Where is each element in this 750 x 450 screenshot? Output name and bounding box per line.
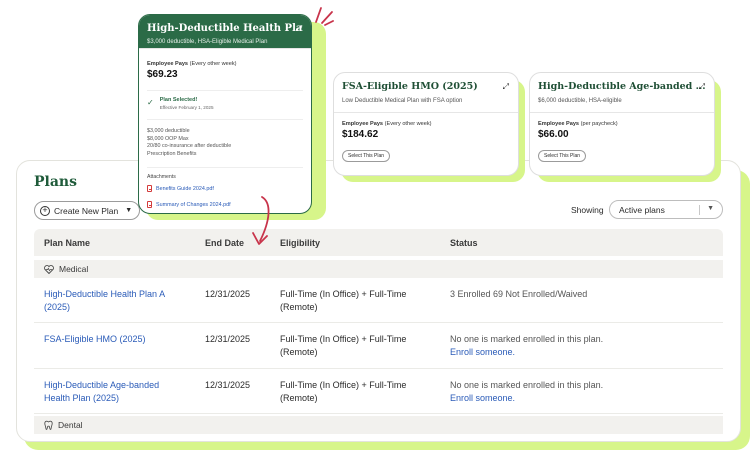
card-subtitle: $6,000 deductible, HSA-eligible [538,98,622,104]
plan-card-fsa-hmo[interactable]: FSA-Eligible HMO (2025) Low Deductible M… [333,72,519,176]
end-date-cell: 12/31/2025 [205,380,251,390]
table-row: High-Deductible Age-banded Health Plan (… [34,369,723,414]
group-row-dental: Dental [34,416,723,434]
status-cell: No one is marked enrolled in this plan. … [450,333,603,359]
plan-details: $3,000 deductible $8,000 OOP Max 20/80 c… [147,119,303,158]
create-plan-button[interactable]: + Create New Plan ▼ [34,201,141,220]
plan-name-line: FSA-Eligible HMO (2025) [44,334,146,344]
status-text: 3 Enrolled 69 Not Enrolled/Waived [450,289,588,299]
status-cell: No one is marked enrolled in this plan. … [450,379,603,405]
card-subtitle: $3,000 deductible, HSA-Eligible Medical … [147,39,268,45]
column-header-eligibility[interactable]: Eligibility [280,238,320,248]
eligibility-cell: Full-Time (In Office) + Full-Time (Remot… [280,333,406,359]
column-header-plan-name[interactable]: Plan Name [44,238,90,248]
page-title: Plans [34,174,77,190]
expand-icon[interactable]: ⤢ [296,24,302,34]
plan-name-line: (2025) [44,302,71,312]
curved-arrow-icon [252,196,270,245]
plus-circle-icon: + [40,205,50,216]
eligibility-line: (Remote) [280,393,318,403]
attachment-name: Summary of Changes 2024.pdf [156,201,231,208]
employee-pays-label: Employee Pays (Every other week) [342,121,510,127]
pdf-file-icon [147,185,152,193]
showing-label: Showing [571,205,604,215]
create-plan-label: Create New Plan [54,205,119,216]
eligibility-line: Full-Time (In Office) + Full-Time [280,334,407,344]
selected-title: Plan Selected! [159,97,198,103]
check-icon: ✓ [147,98,154,107]
card-title: FSA-Eligible HMO (2025) [342,81,478,92]
eligibility-cell: Full-Time (In Office) + Full-Time (Remot… [280,288,406,314]
price: $184.62 [342,129,379,140]
detail-line: 20/80 co-insurance after deductible [147,143,232,150]
detail-line: Prescription Benefits [147,150,197,157]
card-subtitle: Low Deductible Medical Plan with FSA opt… [342,98,463,104]
detail-line: $8,000 OOP Max [147,135,189,142]
group-row-medical: Medical [34,260,723,278]
plan-name-link[interactable]: High-Deductible Health Plan A (2025) [44,288,165,314]
group-label-dental: Dental [58,420,83,430]
plan-filter-value: Active plans [619,204,665,215]
table-header: Plan Name End Date Eligibility Status [34,229,723,256]
end-date-cell: 12/31/2025 [205,289,251,299]
plan-name-link[interactable]: FSA-Eligible HMO (2025) [44,333,146,346]
chevron-down-icon: ▼ [125,207,133,214]
plan-selected-notice: ✓ Plan Selected! Effective February 1, 2… [147,90,303,110]
sparkle-icon [315,7,334,26]
attachment-link[interactable]: Summary of Changes 2024.pdf [147,201,303,209]
attachment-link[interactable]: Benefits Guide 2024.pdf [147,185,303,193]
status-cell: 3 Enrolled 69 Not Enrolled/Waived [450,288,587,301]
card-title: High-Deductible Health Plan ... [147,23,303,34]
card-header: High-Deductible Health Plan ... $3,000 d… [139,15,311,49]
eligibility-line: Full-Time (In Office) + Full-Time [280,380,407,390]
employee-pays-label: Employee Pays (Every other week) [147,61,303,67]
pays-label: Employee Pays [342,121,384,127]
attachments-label: Attachments [147,167,303,180]
group-label-medical: Medical [59,264,89,274]
tooth-icon [44,420,53,430]
plan-name-line: High-Deductible Age-banded [44,380,160,390]
eligibility-cell: Full-Time (In Office) + Full-Time (Remot… [280,379,406,405]
eligibility-line: (Remote) [280,302,318,312]
enroll-someone-link[interactable]: Enroll someone. [450,392,603,405]
pays-label: Employee Pays [147,61,189,67]
status-text: No one is marked enrolled in this plan. [450,380,604,390]
select-divider [699,205,700,215]
column-header-end-date[interactable]: End Date [205,238,244,248]
column-header-status[interactable]: Status [450,238,478,248]
card-title: High-Deductible Age-banded ... [538,81,706,92]
pays-frequency: (per paycheck) [580,121,618,127]
employee-pays-label: Employee Pays (per paycheck) [538,121,706,127]
heart-pulse-icon [44,264,54,274]
chevron-down-icon: ▼ [707,205,714,212]
pays-label: Employee Pays [538,121,580,127]
plan-name-line: High-Deductible Health Plan A [44,289,166,299]
detail-line: $3,000 deductible [147,128,190,134]
enroll-someone-link[interactable]: Enroll someone. [450,346,603,359]
expand-icon[interactable]: ⤢ [503,82,509,92]
pays-frequency: (Every other week) [384,121,432,127]
plan-name-link[interactable]: High-Deductible Age-banded Health Plan (… [44,379,159,405]
table-row: FSA-Eligible HMO (2025) 12/31/2025 Full-… [34,323,723,369]
plan-card-hdhp-a[interactable]: High-Deductible Health Plan ... $3,000 d… [138,14,312,214]
price: $66.00 [538,129,569,140]
end-date-cell: 12/31/2025 [205,334,251,344]
plan-card-age-banded[interactable]: High-Deductible Age-banded ... $6,000 de… [529,72,715,176]
expand-icon[interactable]: ⤢ [699,82,705,92]
plan-filter-select[interactable]: Active plans ▼ [609,200,723,219]
table-row: High-Deductible Health Plan A (2025) 12/… [34,278,723,323]
select-plan-button[interactable]: Select This Plan [538,150,587,162]
pdf-file-icon [147,201,152,209]
price: $69.23 [147,69,178,80]
select-plan-button[interactable]: Select This Plan [342,150,391,162]
attachment-name: Benefits Guide 2024.pdf [156,185,214,192]
plan-name-line: Health Plan (2025) [44,393,120,403]
status-text: No one is marked enrolled in this plan. [450,334,604,344]
eligibility-line: (Remote) [280,347,318,357]
eligibility-line: Full-Time (In Office) + Full-Time [280,289,407,299]
effective-date: Effective February 1, 2025 [159,105,214,110]
pays-frequency: (Every other week) [189,61,237,67]
